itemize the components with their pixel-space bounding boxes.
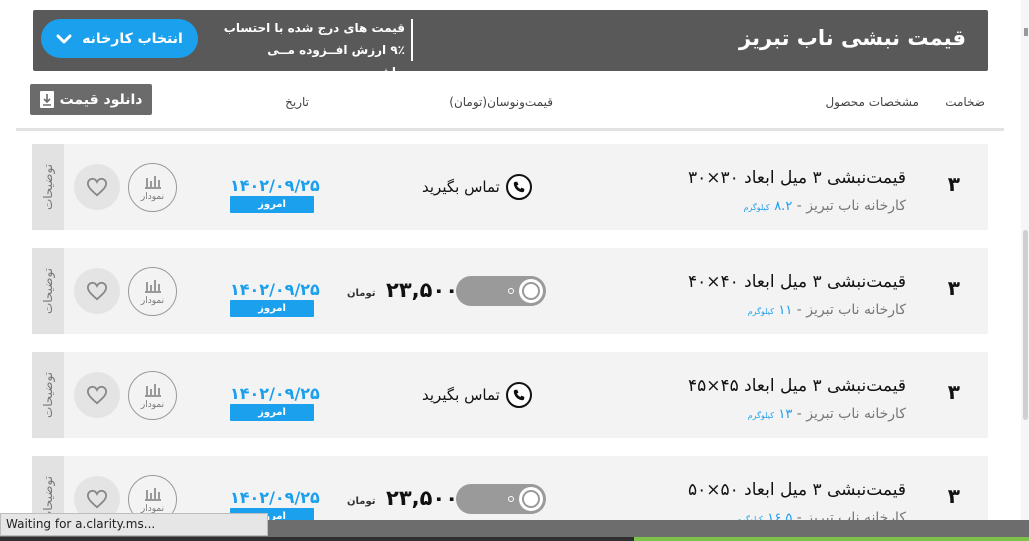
contact-label: تماس بگیرید [422,386,500,404]
product-weight: ۱۱ [778,303,793,318]
table-row: توضیحات نمودار ۱۴۰۲/۰۹/۲۵ امروز تماس بگی… [32,144,988,230]
product-subtitle: کارخانه ناب تبریز - ۱۱ کیلوگرم [748,302,906,318]
change-value-mark [508,496,514,502]
notes-label: توضیحات [41,163,55,211]
bar-chart-icon [144,279,161,293]
weight-unit: کیلوگرم [747,307,774,316]
vat-note-line-2: ۹٪ ارزش افــزوده مــی بـاشـد. [267,43,405,79]
price-unit: تومان [347,496,376,507]
row-notes-tab[interactable]: توضیحات [32,352,64,438]
price-change-toggle[interactable] [456,484,546,514]
row-date: ۱۴۰۲/۰۹/۲۵ [230,176,320,195]
product-weight: ۱۳ [778,407,793,422]
chart-button[interactable]: نمودار [128,371,177,420]
page-header: قیمت نبشی ناب تبریز قیمت های درج شده با … [33,10,988,79]
heart-icon [86,177,108,197]
favorite-button[interactable] [74,372,120,418]
favorite-button[interactable] [74,268,120,314]
change-value-mark [508,288,514,294]
chevron-down-icon [56,34,72,43]
column-header-specs: مشخصات محصول [825,95,919,109]
toggle-knob [519,279,543,303]
table-row: توضیحات نمودار ۱۴۰۲/۰۹/۲۵ امروز تماس بگی… [32,352,988,438]
column-header-thickness: ضخامت [945,95,985,109]
notes-label: توضیحات [41,267,55,315]
chart-label: نمودار [140,503,165,514]
contact-button[interactable]: تماس بگیرید [422,174,532,200]
heart-icon [86,281,108,301]
bar-chart-icon [144,383,161,397]
row-thickness: ۳ [947,380,960,404]
toggle-knob [519,487,543,511]
bar-chart-icon [144,175,161,189]
phone-icon [505,174,532,200]
row-date: ۱۴۰۲/۰۹/۲۵ [230,384,320,403]
factory-name: کارخانه ناب تبریز - [792,406,906,422]
phone-icon [505,382,532,408]
price-change-toggle[interactable] [456,276,546,306]
product-title[interactable]: قیمت‌نبشی ۳ میل ابعاد ۴۰×۴۰ [688,272,906,292]
today-badge: امروز [230,404,314,421]
bar-chart-icon [144,487,161,501]
price-unit: تومان [347,288,376,299]
vat-note: قیمت های درج شده با احتساب ۹٪ ارزش افــز… [223,17,405,83]
scrollbar-cap [1024,28,1028,36]
weight-unit: کیلوگرم [743,203,770,212]
product-subtitle: کارخانه ناب تبریز - ۸.۲ کیلوگرم [744,198,906,214]
row-notes-tab[interactable]: توضیحات [32,144,64,230]
product-subtitle: کارخانه ناب تبریز - ۱۳ کیلوگرم [748,406,906,422]
download-price-label: دانلود قیمت [59,91,143,108]
download-price-button[interactable]: دانلود قیمت [30,84,152,115]
chart-label: نمودار [140,399,165,410]
chart-button[interactable]: نمودار [128,267,177,316]
select-factory-button[interactable]: انتخاب کارخانه [41,19,198,58]
heart-icon [86,385,108,405]
scrollbar-thumb[interactable] [1023,230,1028,420]
factory-name: کارخانه ناب تبریز - [792,198,906,214]
column-header-price: قیمت‌ونوسان(تومان) [449,95,553,109]
header-divider-line [16,128,1004,131]
today-badge: امروز [230,300,314,317]
row-thickness: ۳ [947,484,960,508]
product-title[interactable]: قیمت‌نبشی ۳ میل ابعاد ۳۰×۳۰ [688,168,906,188]
heart-icon [86,489,108,509]
contact-button[interactable]: تماس بگیرید [422,382,532,408]
row-date: ۱۴۰۲/۰۹/۲۵ [230,488,320,507]
download-icon [39,91,54,108]
select-factory-label: انتخاب کارخانه [82,30,183,47]
weight-unit: کیلوگرم [747,411,774,420]
page-scrollbar[interactable] [1021,0,1029,520]
row-thickness: ۳ [947,172,960,196]
row-notes-tab[interactable]: توضیحات [32,248,64,334]
chart-label: نمودار [140,191,165,202]
row-price: ۲۳,۵۰۰ [386,278,459,302]
row-price: ۲۳,۵۰۰ [386,486,459,510]
page-title: قیمت نبشی ناب تبریز [739,26,966,50]
product-title[interactable]: قیمت‌نبشی ۳ میل ابعاد ۵۰×۵۰ [688,480,906,500]
contact-label: تماس بگیرید [422,178,500,196]
vat-note-line-1: قیمت های درج شده با احتساب [223,21,405,35]
row-thickness: ۳ [947,276,960,300]
chart-button[interactable]: نمودار [128,163,177,212]
factory-name: کارخانه ناب تبریز - [792,302,906,318]
browser-status-bar: Waiting for a.clarity.ms... [0,513,268,536]
today-badge: امروز [230,196,314,213]
column-header-date: تاریخ [285,95,309,109]
favorite-button[interactable] [74,164,120,210]
row-date: ۱۴۰۲/۰۹/۲۵ [230,280,320,299]
table-row: توضیحات نمودار ۱۴۰۲/۰۹/۲۵ امروز تومان ۲۳… [32,248,988,334]
taskbar-accent-strip [634,537,1029,541]
product-weight: ۸.۲ [774,199,793,214]
product-title[interactable]: قیمت‌نبشی ۳ میل ابعاد ۴۵×۴۵ [688,376,906,396]
notes-label: توضیحات [41,371,55,419]
chart-label: نمودار [140,295,165,306]
header-divider [411,19,413,61]
